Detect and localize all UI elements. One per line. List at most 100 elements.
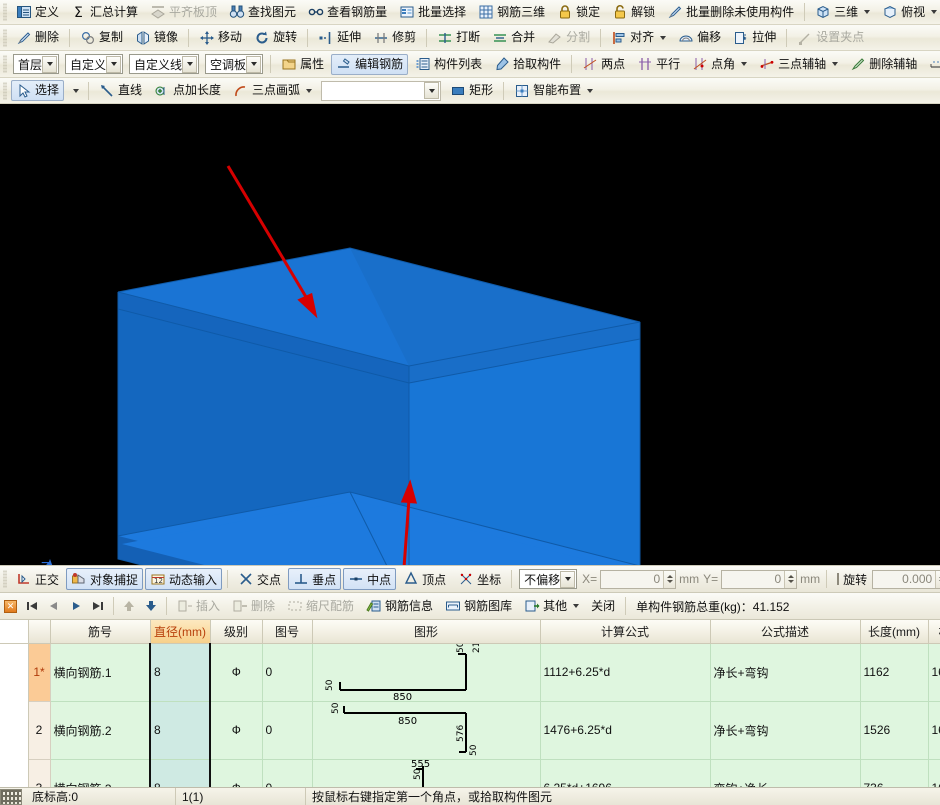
- cell-num[interactable]: 横向钢筋.2: [50, 701, 150, 759]
- rebar-button-rebar-library[interactable]: 钢筋图库: [440, 596, 517, 617]
- toolbar-button-view-rebar-qty[interactable]: 查看钢筋量: [303, 2, 392, 23]
- 3d-viewport[interactable]: Z: [0, 104, 940, 565]
- cell-num[interactable]: 横向钢筋.3: [50, 759, 150, 787]
- toolbar-button-top-view[interactable]: 俯视: [877, 2, 940, 23]
- toolbar-button-define[interactable]: 定义: [11, 2, 64, 23]
- chevron-down-icon[interactable]: [306, 89, 312, 93]
- toolbar-grip[interactable]: [3, 29, 7, 47]
- toolbar-grip[interactable]: [3, 570, 7, 588]
- toolbar-button-batch-select[interactable]: 批量选择: [394, 2, 471, 23]
- x-stepper[interactable]: [663, 571, 675, 588]
- rebar-table-container[interactable]: 筋号 直径(mm) 级别 图号 图形 计算公式 公式描述 长度(mm) 根数 搭…: [0, 620, 940, 787]
- x-input[interactable]: 0: [600, 570, 676, 589]
- table-header-pic[interactable]: 图号: [262, 620, 312, 643]
- toolbar-button-rotate[interactable]: 旋转: [249, 27, 302, 48]
- toolbar-button-unlock[interactable]: 解锁: [607, 2, 660, 23]
- chevron-down-icon[interactable]: [246, 56, 261, 73]
- toolbar-button-summary-calc[interactable]: Σ 汇总计算: [66, 2, 143, 23]
- chevron-down-icon[interactable]: [560, 571, 575, 588]
- toolbar-button-copy[interactable]: 复制: [75, 27, 128, 48]
- toolbar-button-align-slab-top[interactable]: 平齐板顶: [145, 2, 222, 23]
- cell-grade[interactable]: Ф: [210, 701, 262, 759]
- cell-count[interactable]: 16: [928, 643, 940, 701]
- move-down-icon[interactable]: [141, 596, 161, 616]
- cell-formula[interactable]: 1476+6.25*d: [540, 701, 710, 759]
- toolbar-button-lock[interactable]: 锁定: [552, 2, 605, 23]
- cell-length[interactable]: 1162: [860, 643, 928, 701]
- snap-vertex[interactable]: 顶点: [398, 568, 451, 590]
- table-header-formula[interactable]: 计算公式: [540, 620, 710, 643]
- snap-toggle-ortho[interactable]: 正交: [11, 568, 64, 590]
- toolbar-button-component-list[interactable]: 构件列表: [410, 54, 487, 75]
- cell-desc[interactable]: 弯钩+净长: [710, 759, 860, 787]
- component-select[interactable]: 空调板: [205, 54, 263, 74]
- toolbar-button-delete[interactable]: 删除: [11, 27, 64, 48]
- table-row[interactable]: 1* 横向钢筋.1 8 Ф 0: [0, 643, 940, 701]
- row-selector[interactable]: 2: [28, 701, 50, 759]
- toolbar-button-mirror[interactable]: 镜像: [130, 27, 183, 48]
- toolbar-button-three-point-arc[interactable]: 三点画弧: [228, 80, 317, 101]
- toolbar-button-rectangle[interactable]: 矩形: [445, 80, 498, 101]
- chevron-down-icon[interactable]: [424, 82, 439, 99]
- cell-length[interactable]: 736: [860, 759, 928, 787]
- y-stepper[interactable]: [784, 571, 796, 588]
- snap-toggle-dynamic-input[interactable]: 12 动态输入: [145, 568, 222, 590]
- row-selector[interactable]: 3: [28, 759, 50, 787]
- cell-picnum[interactable]: 0: [262, 643, 312, 701]
- toolbar-button-parallel-axis[interactable]: 平行: [632, 54, 685, 75]
- last-record-icon[interactable]: [88, 596, 108, 616]
- first-record-icon[interactable]: [22, 596, 42, 616]
- type-select[interactable]: 自定义线: [129, 54, 199, 74]
- toolbar-button-smart-layout[interactable]: 智能布置: [509, 80, 598, 101]
- floor-select[interactable]: 首层: [13, 54, 59, 74]
- cell-shape[interactable]: 50 850 576 50: [312, 701, 540, 759]
- rebar-button-rebar-info[interactable]: 钢筋信息: [361, 596, 438, 617]
- toolbar-button-select[interactable]: 选择: [11, 80, 64, 101]
- toolbar-button-merge[interactable]: 合并: [487, 27, 540, 48]
- chevron-down-icon[interactable]: [587, 89, 593, 93]
- toolbar-button-stretch[interactable]: 拉伸: [728, 27, 781, 48]
- offset-mode-select[interactable]: 不偏移: [519, 569, 577, 589]
- cell-shape[interactable]: 555 50: [312, 759, 540, 787]
- toolbar-grip[interactable]: [3, 55, 7, 73]
- chevron-down-icon[interactable]: [864, 10, 870, 14]
- table-header-dia[interactable]: 直径(mm): [150, 620, 210, 643]
- chevron-down-icon[interactable]: [741, 62, 747, 66]
- row-selector[interactable]: 1*: [28, 643, 50, 701]
- cell-desc[interactable]: 净长+弯钩: [710, 701, 860, 759]
- toolbar-button-batch-delete-unused[interactable]: 批量删除未使用构件: [662, 2, 799, 23]
- arc-option-select[interactable]: [321, 81, 441, 101]
- snap-midpoint[interactable]: 中点: [343, 568, 396, 590]
- toolbar-button-offset[interactable]: 偏移: [673, 27, 726, 48]
- table-row[interactable]: 3 横向钢筋.3 8 Ф 0 555: [0, 759, 940, 787]
- table-header-count[interactable]: 根数: [928, 620, 940, 643]
- chevron-down-icon[interactable]: [182, 56, 197, 73]
- prev-record-icon[interactable]: [44, 596, 64, 616]
- toolbar-button-find-element[interactable]: 查找图元: [224, 2, 301, 23]
- rotate-stepper[interactable]: [935, 571, 940, 588]
- close-icon[interactable]: ✕: [4, 600, 17, 613]
- cell-picnum[interactable]: 0: [262, 759, 312, 787]
- toolbar-button-delete-axis[interactable]: 删除辅轴: [845, 54, 922, 75]
- toolbar-button-point-plus-length[interactable]: 点加长度: [149, 80, 226, 101]
- cell-grade[interactable]: Ф: [210, 643, 262, 701]
- toolbar-button-point-angle[interactable]: 点角: [687, 54, 752, 75]
- table-header-grade[interactable]: 级别: [210, 620, 262, 643]
- toolbar-button-ruler[interactable]: 尺: [924, 54, 940, 75]
- category-select[interactable]: 自定义: [65, 54, 123, 74]
- toolbar-button-align[interactable]: 对齐: [606, 27, 671, 48]
- cell-grade[interactable]: Ф: [210, 759, 262, 787]
- rebar-button-close[interactable]: 关闭: [586, 596, 620, 617]
- table-row[interactable]: 2 横向钢筋.2 8 Ф 0: [0, 701, 940, 759]
- chevron-down-icon[interactable]: [660, 36, 666, 40]
- toolbar-button-trim[interactable]: 修剪: [368, 27, 421, 48]
- toolbar-button-pick-component[interactable]: 拾取构件: [489, 54, 566, 75]
- table-header-num[interactable]: 筋号: [50, 620, 150, 643]
- toolbar-grip[interactable]: [3, 3, 7, 21]
- toolbar-button-split[interactable]: 分割: [542, 27, 595, 48]
- next-record-icon[interactable]: [66, 596, 86, 616]
- toolbar-button-properties[interactable]: 属性: [276, 54, 329, 75]
- snap-intersection[interactable]: 交点: [233, 568, 286, 590]
- toolbar-button-three-point-axis[interactable]: 三点辅轴: [754, 54, 843, 75]
- select-dropdown[interactable]: [66, 80, 83, 101]
